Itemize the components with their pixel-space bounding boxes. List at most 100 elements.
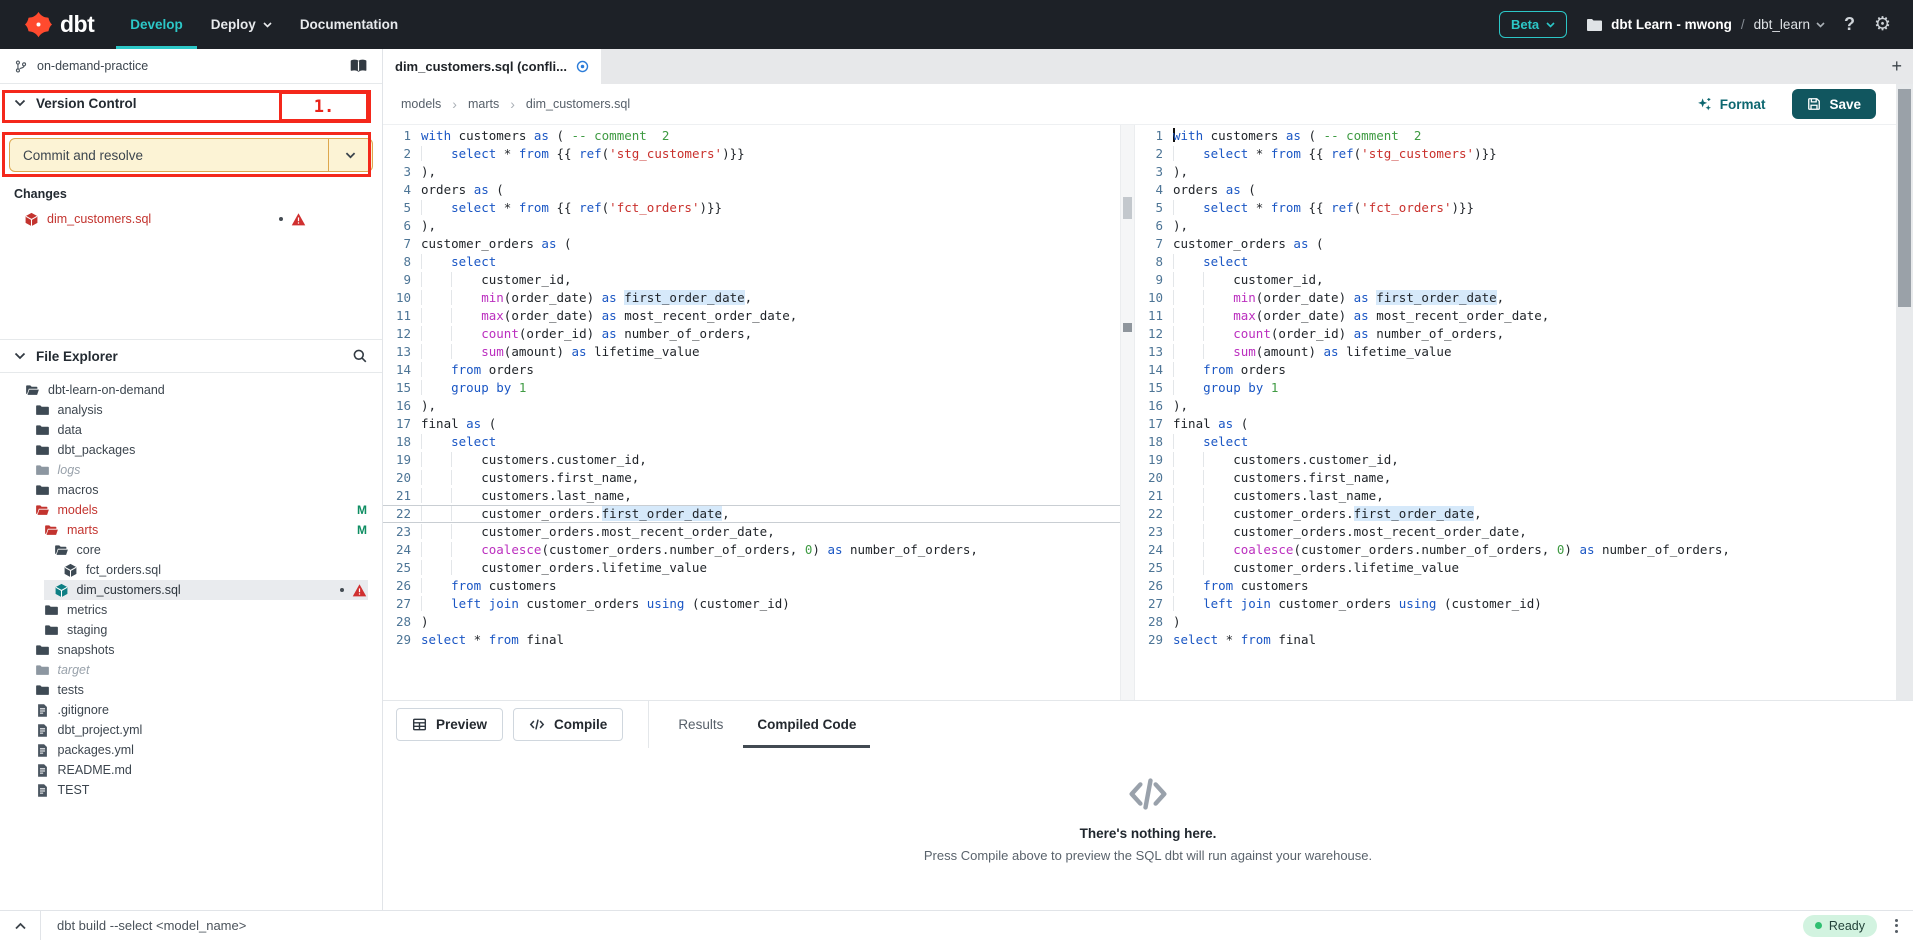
code-line[interactable]: 1with customers as ( -- comment 2 <box>383 127 1120 145</box>
code-line[interactable]: 17final as ( <box>383 415 1120 433</box>
docs-book-icon[interactable] <box>349 58 368 74</box>
tree-item-macros[interactable]: macros <box>0 480 382 500</box>
kebab-menu-icon[interactable] <box>1892 916 1901 936</box>
tree-item-dbt-learn-on-demand[interactable]: dbt-learn-on-demand <box>0 380 382 400</box>
commit-and-resolve-button[interactable]: Commit and resolve <box>10 139 328 171</box>
code-line[interactable]: 6), <box>383 217 1120 235</box>
tree-item-target[interactable]: target <box>0 660 382 680</box>
tree-item-TEST[interactable]: TEST <box>0 780 382 800</box>
tree-item-staging[interactable]: staging <box>0 620 382 640</box>
code-line[interactable]: 29select * from final <box>1135 631 1896 649</box>
code-line[interactable]: 28) <box>1135 613 1896 631</box>
code-line[interactable]: 25 customer_orders.lifetime_value <box>383 559 1120 577</box>
code-line[interactable]: 19 customers.customer_id, <box>1135 451 1896 469</box>
code-line[interactable]: 9 customer_id, <box>1135 271 1896 289</box>
code-line[interactable]: 18 select <box>1135 433 1896 451</box>
tree-item-snapshots[interactable]: snapshots <box>0 640 382 660</box>
tree-item-.gitignore[interactable]: .gitignore <box>0 700 382 720</box>
code-line[interactable]: 26 from customers <box>1135 577 1896 595</box>
code-line[interactable]: 15 group by 1 <box>383 379 1120 397</box>
nav-item-develop[interactable]: Develop <box>116 0 197 49</box>
code-line[interactable]: 14 from orders <box>383 361 1120 379</box>
tab-results[interactable]: Results <box>661 701 740 748</box>
tree-item-packages.yml[interactable]: packages.yml <box>0 740 382 760</box>
tree-item-data[interactable]: data <box>0 420 382 440</box>
tab-compiled-code[interactable]: Compiled Code <box>740 701 873 748</box>
editor-left-pane[interactable]: 1with customers as ( -- comment 22 selec… <box>383 125 1120 700</box>
code-line[interactable]: 8 select <box>383 253 1120 271</box>
code-line[interactable]: 13 sum(amount) as lifetime_value <box>1135 343 1896 361</box>
version-control-header[interactable]: Version Control <box>0 84 382 122</box>
tree-item-logs[interactable]: logs <box>0 460 382 480</box>
code-line[interactable]: 1with customers as ( -- comment 2 <box>1135 127 1896 145</box>
project-selector[interactable]: dbt_learn <box>1754 17 1825 32</box>
code-line[interactable]: 27 left join customer_orders using (cust… <box>383 595 1120 613</box>
editor-right-pane[interactable]: 1with customers as ( -- comment 22 selec… <box>1135 125 1896 700</box>
code-line[interactable]: 16), <box>383 397 1120 415</box>
code-line[interactable]: 16), <box>1135 397 1896 415</box>
code-line[interactable]: 22 customer_orders.first_order_date, <box>1135 505 1896 523</box>
command-input[interactable] <box>57 918 1803 933</box>
code-line[interactable]: 12 count(order_id) as number_of_orders, <box>383 325 1120 343</box>
scrollbar-handle[interactable] <box>1898 89 1911 307</box>
code-line[interactable]: 4orders as ( <box>383 181 1120 199</box>
code-line[interactable]: 10 min(order_date) as first_order_date, <box>1135 289 1896 307</box>
code-line[interactable]: 11 max(order_date) as most_recent_order_… <box>1135 307 1896 325</box>
code-line[interactable]: 26 from customers <box>383 577 1120 595</box>
code-line[interactable]: 20 customers.first_name, <box>383 469 1120 487</box>
tree-item-analysis[interactable]: analysis <box>0 400 382 420</box>
compile-button[interactable]: Compile <box>513 708 623 741</box>
breadcrumb-file[interactable]: dim_customers.sql <box>526 97 630 111</box>
code-line[interactable]: 24 coalesce(customer_orders.number_of_or… <box>383 541 1120 559</box>
tree-item-core[interactable]: core <box>0 540 382 560</box>
code-line[interactable]: 21 customers.last_name, <box>1135 487 1896 505</box>
file-explorer-header[interactable]: File Explorer <box>0 340 382 373</box>
editor-tab-dim_customers[interactable]: dim_customers.sql (confli... <box>383 49 601 84</box>
account-switcher[interactable]: dbt Learn - mwong / dbt_learn <box>1586 17 1825 32</box>
add-tab-icon[interactable]: + <box>1891 56 1902 77</box>
breadcrumb-marts[interactable]: marts <box>468 97 499 111</box>
code-line[interactable]: 20 customers.first_name, <box>1135 469 1896 487</box>
tree-item-dbt_project.yml[interactable]: dbt_project.yml <box>0 720 382 740</box>
branch-row[interactable]: on-demand-practice <box>0 49 382 84</box>
code-line[interactable]: 25 customer_orders.lifetime_value <box>1135 559 1896 577</box>
code-line[interactable]: 4orders as ( <box>1135 181 1896 199</box>
tree-item-fct_orders.sql[interactable]: fct_orders.sql <box>0 560 382 580</box>
tree-item-models[interactable]: modelsM <box>0 500 382 520</box>
code-line[interactable]: 7customer_orders as ( <box>383 235 1120 253</box>
code-line[interactable]: 7customer_orders as ( <box>1135 235 1896 253</box>
breadcrumb-models[interactable]: models <box>401 97 441 111</box>
code-line[interactable]: 10 min(order_date) as first_order_date, <box>383 289 1120 307</box>
code-line[interactable]: 23 customer_orders.most_recent_order_dat… <box>383 523 1120 541</box>
nav-item-documentation[interactable]: Documentation <box>286 0 412 49</box>
commit-options-caret[interactable] <box>328 139 372 171</box>
code-line[interactable]: 24 coalesce(customer_orders.number_of_or… <box>1135 541 1896 559</box>
code-line[interactable]: 27 left join customer_orders using (cust… <box>1135 595 1896 613</box>
tree-item-dim_customers.sql[interactable]: dim_customers.sql <box>0 580 382 600</box>
code-line[interactable]: 6), <box>1135 217 1896 235</box>
code-line[interactable]: 15 group by 1 <box>1135 379 1896 397</box>
code-line[interactable]: 21 customers.last_name, <box>383 487 1120 505</box>
save-button[interactable]: Save <box>1792 89 1876 119</box>
code-line[interactable]: 14 from orders <box>1135 361 1896 379</box>
code-line[interactable]: 28) <box>383 613 1120 631</box>
code-line[interactable]: 2 select * from {{ ref('stg_customers')}… <box>1135 145 1896 163</box>
code-line[interactable]: 13 sum(amount) as lifetime_value <box>383 343 1120 361</box>
code-line[interactable]: 9 customer_id, <box>383 271 1120 289</box>
code-line[interactable]: 2 select * from {{ ref('stg_customers')}… <box>383 145 1120 163</box>
code-line[interactable]: 8 select <box>1135 253 1896 271</box>
search-icon[interactable] <box>352 348 368 364</box>
code-line[interactable]: 22 customer_orders.first_order_date, <box>383 505 1120 523</box>
tree-item-tests[interactable]: tests <box>0 680 382 700</box>
tree-item-README.md[interactable]: README.md <box>0 760 382 780</box>
tree-item-dbt_packages[interactable]: dbt_packages <box>0 440 382 460</box>
scrollbar-handle[interactable] <box>1123 323 1132 332</box>
dbt-logo[interactable]: dbt <box>24 0 94 49</box>
collapse-chevron-icon[interactable] <box>0 922 40 930</box>
tree-item-metrics[interactable]: metrics <box>0 600 382 620</box>
beta-badge[interactable]: Beta <box>1499 11 1567 38</box>
code-line[interactable]: 29select * from final <box>383 631 1120 649</box>
code-line[interactable]: 5 select * from {{ ref('fct_orders')}} <box>1135 199 1896 217</box>
tree-item-marts[interactable]: martsM <box>0 520 382 540</box>
scrollbar-handle[interactable] <box>1123 197 1132 219</box>
